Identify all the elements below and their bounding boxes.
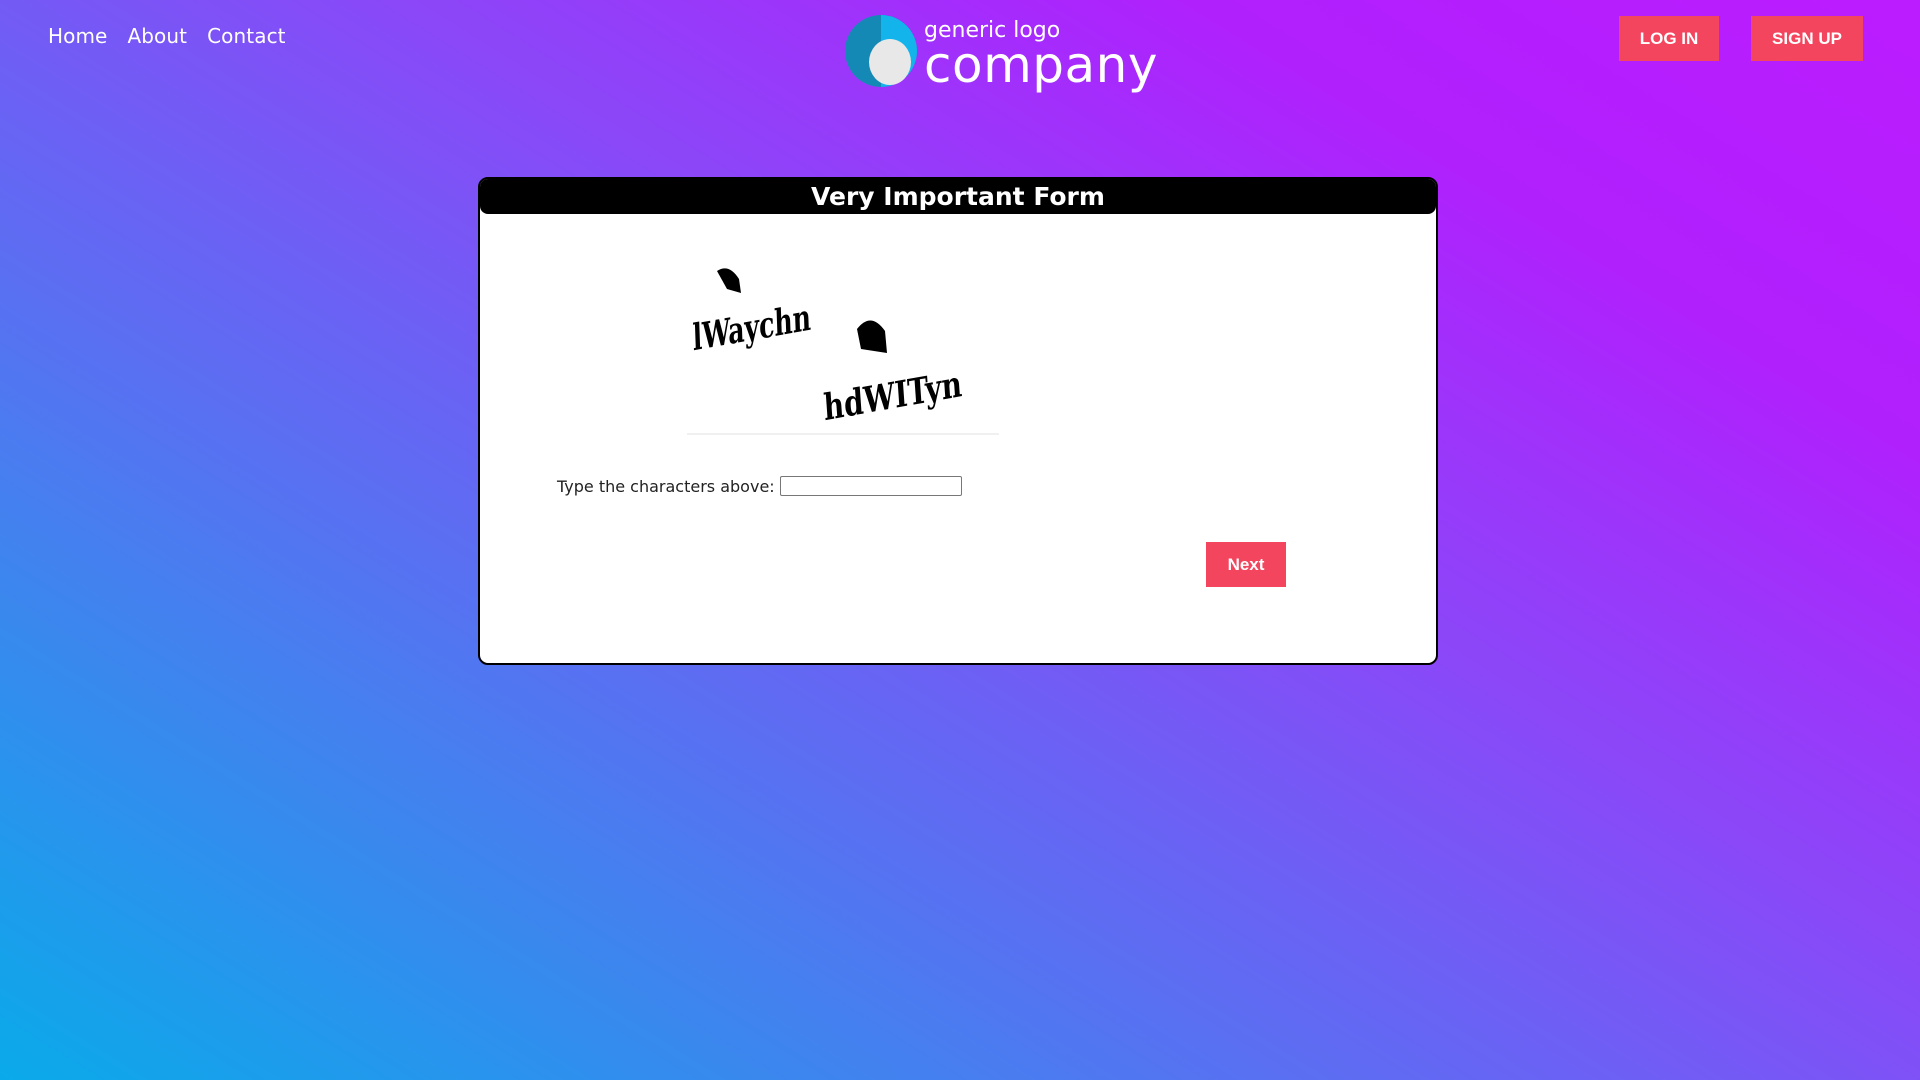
circle-logo-icon: [845, 15, 917, 87]
captcha-input[interactable]: [779, 476, 962, 496]
captcha-word-1-text: lWaychn: [692, 295, 812, 359]
captcha-word-2: hdWITyn: [822, 320, 963, 429]
captcha-word-1: lWaychn: [692, 268, 812, 359]
nav-contact-link[interactable]: Contact: [207, 24, 286, 48]
form-title: Very Important Form: [480, 179, 1436, 214]
captcha-label: Type the characters above:: [557, 476, 775, 496]
captcha-image: lWaychn hdWITyn: [687, 249, 999, 439]
company-logo[interactable]: generic logo company: [844, 11, 1158, 91]
main-nav: Home About Contact: [48, 24, 286, 48]
form-card: Very Important Form lWaychn hdWITyn Type…: [478, 177, 1438, 665]
login-button[interactable]: LOG IN: [1619, 16, 1719, 61]
nav-home-link[interactable]: Home: [48, 24, 107, 48]
captcha-row: Type the characters above:: [557, 476, 962, 496]
nav-about-link[interactable]: About: [127, 24, 187, 48]
captcha-word-2-text: hdWITyn: [822, 362, 963, 429]
logo-text: generic logo company: [924, 12, 1158, 94]
signup-button[interactable]: SIGN UP: [1751, 16, 1863, 61]
next-button[interactable]: Next: [1206, 542, 1286, 587]
logo-company-name: company: [924, 36, 1158, 94]
